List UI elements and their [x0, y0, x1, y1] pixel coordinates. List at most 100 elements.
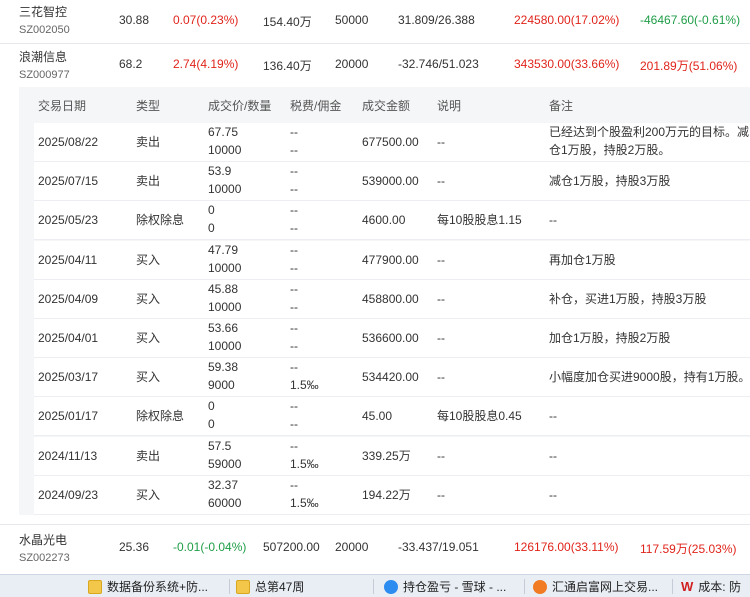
- trade-amount: 536600.00: [362, 331, 419, 345]
- position-row-sanhua[interactable]: 三花智控 SZ002050 30.88 0.07(0.23%) 154.40万 …: [0, 0, 750, 44]
- trade-price: 67.75: [208, 125, 239, 139]
- commission: --: [290, 417, 298, 432]
- share-count: 50000: [335, 13, 369, 27]
- trade-note: --: [549, 448, 557, 463]
- folder-icon: [236, 579, 250, 594]
- transaction-row[interactable]: 2025/07/15 卖出 53.9 10000 -- -- 539000.00 -- 减仓1万…: [34, 162, 750, 202]
- tax-fee: --: [290, 321, 298, 335]
- price-change: -0.01(-0.04%): [173, 540, 247, 554]
- trade-note: 补仓，买进1万股，持股3万股: [549, 291, 707, 306]
- transaction-row[interactable]: 2025/04/01 买入 53.66 10000 -- -- 536600.00 -- 加仓1…: [34, 319, 750, 358]
- stock-code: SZ002050: [19, 24, 70, 36]
- transaction-date: 2025/08/22: [38, 135, 99, 149]
- transaction-row[interactable]: 2025/04/09 买入 45.88 10000 -- -- 458800.00 -- 补仓，…: [34, 279, 750, 319]
- trade-note: 加仓1万股，持股2万股: [549, 331, 671, 345]
- commission: --: [290, 339, 298, 353]
- trade-description: 每10股股息0.45: [437, 409, 522, 424]
- trade-price: 45.88: [208, 281, 239, 296]
- cost-price: -32.746/51.023: [398, 57, 479, 71]
- taskbar-item-backup-folder[interactable]: 数据备份系统+防...: [88, 575, 208, 597]
- transaction-type: 买入: [136, 331, 161, 345]
- transaction-row[interactable]: 2025/08/22 卖出 67.75 10000 -- -- 677500.00 -- 已经达…: [34, 123, 750, 162]
- transaction-row[interactable]: 2024/11/13 卖出 57.5 59000 -- 1.5‰ 339.25万 -- --: [34, 436, 750, 476]
- trade-amount: 194.22万: [362, 487, 411, 502]
- tax-fee: --: [290, 438, 298, 453]
- trade-note: 减仓1万股，持股3万股: [549, 174, 671, 189]
- float-profit: 201.89万(51.06%): [640, 59, 738, 73]
- transaction-row[interactable]: 2025/01/17 除权除息 0 0 -- -- 45.00 每10股股息0.45 --: [34, 397, 750, 437]
- stock-price: 30.88: [119, 13, 150, 27]
- transaction-date: 2025/03/17: [38, 370, 99, 385]
- taskbar-label: 数据备份系统+防...: [107, 580, 209, 594]
- taskbar-label: 汇通启富网上交易...: [552, 580, 659, 594]
- commission: --: [290, 182, 298, 197]
- commission: 1.5‰: [290, 378, 319, 393]
- transaction-row[interactable]: 2024/09/23 买入 32.37 60000 -- 1.5‰ 194.22万 -- --: [34, 475, 750, 515]
- transaction-detail-panel: 交易日期 类型 成交价/数量 税费/佣金 成交金额 说明 备注 2025/08/…: [19, 87, 750, 515]
- position-row-crystal[interactable]: 水晶光电 SZ002273 25.36 -0.01(-0.04%) 507200…: [0, 524, 750, 570]
- cost-price: 31.809/26.388: [398, 13, 475, 27]
- trade-amount: 677500.00: [362, 135, 419, 149]
- market-value: 154.40万: [263, 15, 312, 29]
- header-note: 备注: [549, 99, 574, 113]
- transaction-date: 2024/09/23: [38, 487, 99, 502]
- commission: --: [290, 299, 298, 314]
- taskbar-item-wps[interactable]: W 成本: 防: [681, 575, 741, 597]
- transaction-row[interactable]: 2025/04/11 买入 47.79 10000 -- -- 477900.00 -- 再加仓…: [34, 240, 750, 280]
- trade-quantity: 9000: [208, 378, 235, 393]
- xueqiu-icon: [384, 579, 398, 594]
- trade-quantity: 0: [208, 221, 215, 236]
- stock-name[interactable]: 三花智控: [19, 3, 67, 20]
- tax-fee: --: [290, 360, 298, 375]
- trade-description: --: [437, 252, 445, 267]
- trade-amount: 339.25万: [362, 448, 411, 463]
- realized-profit: 126176.00(33.11%): [514, 540, 619, 554]
- trade-description: 每10股股息1.15: [437, 213, 522, 228]
- trade-quantity: 10000: [208, 299, 242, 314]
- taskbar-item-week-folder[interactable]: 总第47周: [236, 575, 304, 597]
- taskbar: 数据备份系统+防... 总第47周 持仓盈亏 - 雪球 - ... 汇通启富网上…: [0, 574, 750, 597]
- tax-fee: --: [290, 203, 298, 218]
- header-fee: 税费/佣金: [290, 99, 342, 113]
- tax-fee: --: [290, 399, 298, 414]
- position-row-inspur[interactable]: 浪潮信息 SZ000977 68.2 2.74(4.19%) 136.40万 2…: [0, 44, 750, 86]
- transaction-type: 卖出: [136, 174, 161, 189]
- stock-name[interactable]: 水晶光电: [19, 531, 67, 548]
- commission: --: [290, 260, 298, 275]
- trade-note-continued: 仓1万股，持股2万股。: [549, 143, 671, 157]
- stock-name[interactable]: 浪潮信息: [19, 48, 67, 65]
- header-date: 交易日期: [38, 99, 87, 113]
- taskbar-item-xueqiu[interactable]: 持仓盈亏 - 雪球 - ...: [384, 575, 506, 597]
- transaction-type: 买入: [136, 370, 161, 385]
- market-value: 136.40万: [263, 59, 312, 73]
- transaction-date: 2025/05/23: [38, 213, 99, 228]
- commission: 1.5‰: [290, 495, 319, 510]
- trade-quantity: 59000: [208, 456, 242, 471]
- trade-amount: 534420.00: [362, 370, 419, 385]
- huitong-icon: [533, 579, 547, 594]
- transaction-type: 除权除息: [136, 409, 185, 424]
- trade-price: 47.79: [208, 242, 239, 257]
- stock-price: 68.2: [119, 57, 143, 71]
- trade-note: 已经达到个股盈利200万元的目标。减: [549, 125, 750, 139]
- trade-description: --: [437, 487, 445, 502]
- trade-price: 32.37: [208, 477, 239, 492]
- transaction-date: 2025/07/15: [38, 174, 99, 189]
- trade-quantity: 10000: [208, 339, 242, 353]
- tax-fee: --: [290, 164, 298, 179]
- folder-icon: [88, 579, 102, 594]
- tax-fee: --: [290, 281, 298, 296]
- tax-fee: --: [290, 125, 298, 139]
- transaction-type: 买入: [136, 252, 161, 267]
- transaction-date: 2025/01/17: [38, 409, 99, 424]
- transaction-row[interactable]: 2025/03/17 买入 59.38 9000 -- 1.5‰ 534420.00 -- 小幅…: [34, 358, 750, 398]
- trade-quantity: 10000: [208, 182, 242, 197]
- trade-note: --: [549, 213, 557, 228]
- trade-quantity: 10000: [208, 143, 242, 157]
- taskbar-item-huitong[interactable]: 汇通启富网上交易...: [533, 575, 658, 597]
- trade-amount: 539000.00: [362, 174, 419, 189]
- trade-amount: 4600.00: [362, 213, 406, 228]
- detail-header: 交易日期 类型 成交价/数量 税费/佣金 成交金额 说明 备注: [19, 87, 750, 123]
- transaction-row[interactable]: 2025/05/23 除权除息 0 0 -- -- 4600.00 每10股股息1.15 --: [34, 201, 750, 241]
- header-price-qty: 成交价/数量: [208, 99, 272, 113]
